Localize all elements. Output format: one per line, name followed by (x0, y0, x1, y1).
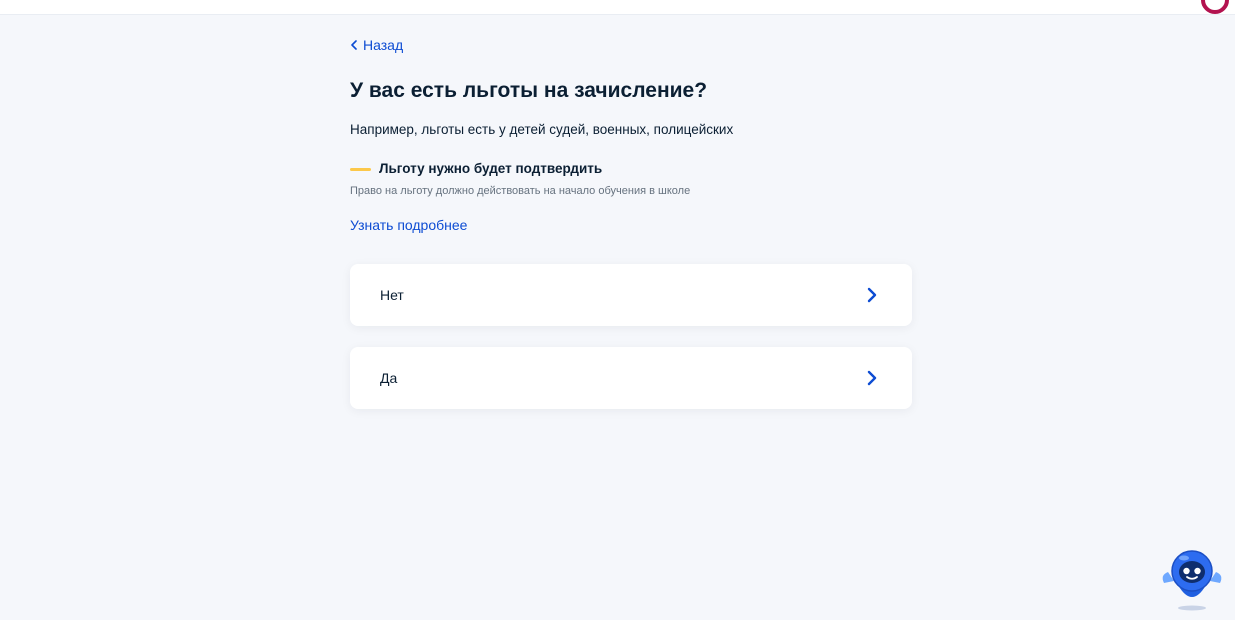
user-avatar-icon[interactable] (1201, 0, 1229, 14)
chevron-right-icon (867, 287, 877, 303)
back-link-label: Назад (363, 37, 404, 53)
page-subtitle: Например, льготы есть у детей судей, вое… (350, 122, 734, 137)
option-no-button[interactable]: Нет (350, 264, 912, 326)
notice-heading-row: Льготу нужно будет подтвердить (350, 160, 912, 178)
chevron-left-icon (351, 40, 357, 50)
chevron-right-icon (867, 370, 877, 386)
option-label: Нет (380, 287, 404, 303)
assistant-robot-icon (1162, 550, 1222, 611)
notice-heading: Льготу нужно будет подтвердить (379, 161, 603, 176)
assistant-robot-button[interactable] (1158, 545, 1226, 613)
notice-text: Право на льготу должно действовать на на… (350, 185, 691, 197)
option-yes-button[interactable]: Да (350, 347, 912, 409)
page-title: У вас есть льготы на зачисление? (350, 79, 708, 102)
learn-more-link[interactable]: Узнать подробнее (350, 216, 467, 234)
back-link[interactable]: Назад (350, 37, 403, 53)
confirmation-notice: Льготу нужно будет подтвердить Право на … (350, 160, 912, 198)
top-header-bar (0, 0, 1235, 15)
option-label: Да (380, 370, 398, 386)
notice-accent-bar (350, 167, 371, 171)
